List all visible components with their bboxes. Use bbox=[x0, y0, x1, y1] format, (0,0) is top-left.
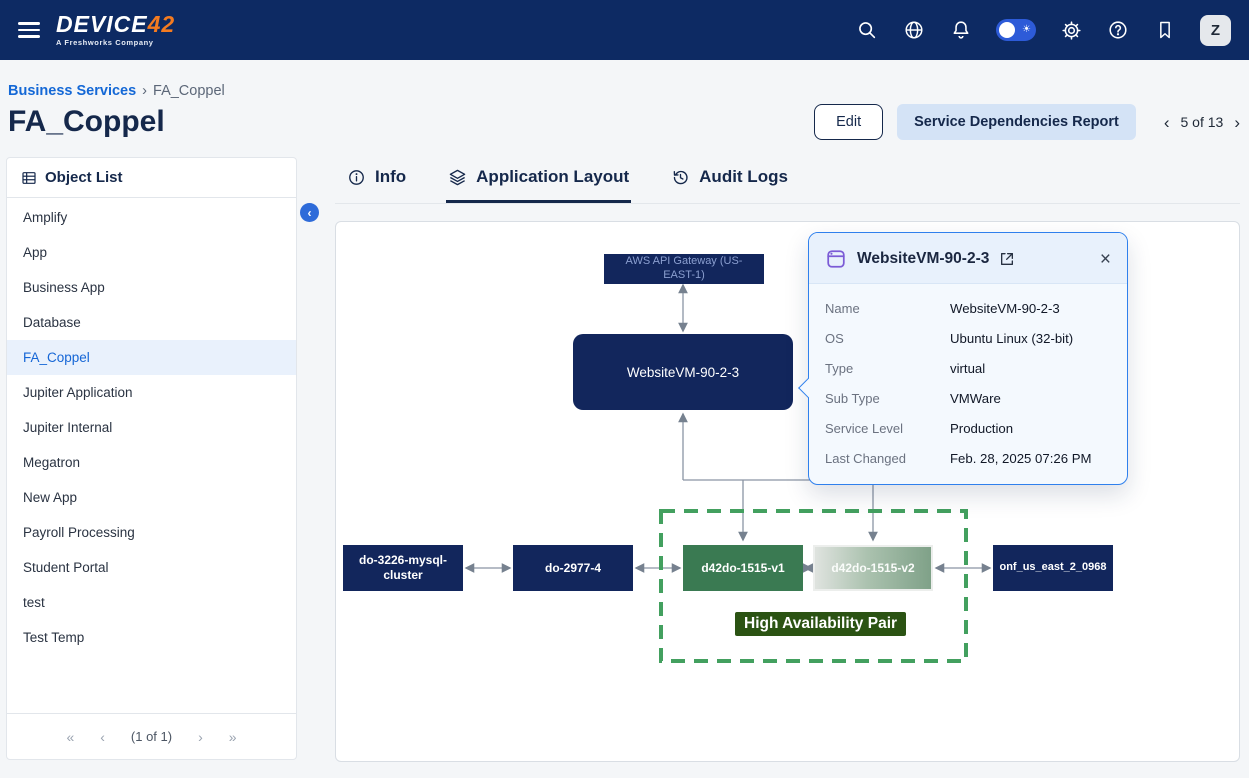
popup-field-type: Type virtual bbox=[809, 353, 1127, 383]
sidebar-page-first-icon[interactable]: « bbox=[66, 729, 74, 745]
sidebar-item-test[interactable]: test bbox=[7, 585, 296, 620]
sun-icon: ☀ bbox=[1022, 24, 1031, 35]
sidebar-item-jupiter-internal[interactable]: Jupiter Internal bbox=[7, 410, 296, 445]
service-dependencies-report-button[interactable]: Service Dependencies Report bbox=[897, 104, 1136, 140]
sidebar-header: Object List bbox=[7, 158, 296, 198]
globe-icon[interactable] bbox=[902, 18, 926, 42]
toggle-knob bbox=[999, 22, 1015, 38]
popup-field-last-changed: Last Changed Feb. 28, 2025 07:26 PM bbox=[809, 443, 1127, 473]
edit-button[interactable]: Edit bbox=[814, 104, 883, 140]
high-availability-pair-label: High Availability Pair bbox=[735, 612, 906, 636]
sidebar-page-prev-icon[interactable]: ‹ bbox=[100, 729, 105, 745]
node-onf-us-east[interactable]: onf_us_east_2_0968 bbox=[993, 545, 1113, 591]
sidebar-page-last-icon[interactable]: » bbox=[229, 729, 237, 745]
page-title: FA_Coppel bbox=[8, 105, 165, 139]
sidebar-item-business-app[interactable]: Business App bbox=[7, 270, 296, 305]
breadcrumb: Business Services › FA_Coppel bbox=[6, 83, 1240, 99]
popup-body: Name WebsiteVM-90-2-3 OS Ubuntu Linux (3… bbox=[809, 284, 1127, 484]
sidebar-item-list: Amplify App Business App Database FA_Cop… bbox=[7, 198, 296, 655]
node-mysql-cluster[interactable]: do-3226-mysql-cluster bbox=[343, 545, 463, 591]
sidebar-pagination: « ‹ (1 of 1) › » bbox=[7, 713, 296, 759]
field-label: Type bbox=[825, 361, 950, 376]
field-value: VMWare bbox=[950, 391, 1001, 406]
field-label: Sub Type bbox=[825, 391, 950, 406]
sidebar-item-database[interactable]: Database bbox=[7, 305, 296, 340]
logo-accent-text: 42 bbox=[148, 11, 176, 37]
theme-toggle[interactable]: ☀ bbox=[996, 19, 1036, 41]
device42-logo[interactable]: DEVICE42 A Freshworks Company bbox=[56, 13, 175, 47]
popup-title: WebsiteVM-90-2-3 bbox=[857, 250, 989, 268]
sidebar-header-label: Object List bbox=[45, 169, 123, 186]
object-list-sidebar: Object List Amplify App Business App Dat… bbox=[6, 157, 297, 760]
popup-field-sub-type: Sub Type VMWare bbox=[809, 383, 1127, 413]
field-label: Service Level bbox=[825, 421, 950, 436]
field-label: Last Changed bbox=[825, 451, 950, 466]
search-icon[interactable] bbox=[855, 18, 879, 42]
notifications-bell-icon[interactable] bbox=[949, 18, 973, 42]
info-icon bbox=[347, 168, 366, 187]
node-d42do-1515-v2[interactable]: d42do-1515-v2 bbox=[813, 545, 933, 591]
sidebar-item-student-portal[interactable]: Student Portal bbox=[7, 550, 296, 585]
sidebar-item-app[interactable]: App bbox=[7, 235, 296, 270]
record-pager: ‹ 5 of 13 › bbox=[1164, 114, 1240, 131]
settings-gear-icon[interactable] bbox=[1059, 18, 1083, 42]
pager-prev-icon[interactable]: ‹ bbox=[1164, 114, 1170, 131]
logo-tagline: A Freshworks Company bbox=[56, 39, 175, 47]
sidebar-item-fa-coppel[interactable]: FA_Coppel bbox=[7, 340, 296, 375]
sidebar-item-amplify[interactable]: Amplify bbox=[7, 200, 296, 235]
close-icon[interactable]: × bbox=[1100, 250, 1111, 269]
field-value: WebsiteVM-90-2-3 bbox=[950, 301, 1060, 316]
layers-icon bbox=[448, 168, 467, 187]
avatar-initial: Z bbox=[1211, 22, 1220, 39]
field-label: OS bbox=[825, 331, 950, 346]
tab-label: Info bbox=[375, 167, 406, 187]
field-value: virtual bbox=[950, 361, 985, 376]
node-aws-api-gateway[interactable]: AWS API Gateway (US-EAST-1) bbox=[604, 254, 764, 284]
help-icon[interactable] bbox=[1106, 18, 1130, 42]
history-icon bbox=[671, 168, 690, 187]
sidebar-page-indicator: (1 of 1) bbox=[131, 729, 172, 744]
tab-info[interactable]: Info bbox=[345, 157, 408, 203]
field-value: Feb. 28, 2025 07:26 PM bbox=[950, 451, 1092, 466]
field-value: Production bbox=[950, 421, 1013, 436]
tab-bar: Info Application Layout Audit Logs bbox=[335, 157, 1240, 204]
tab-label: Application Layout bbox=[476, 167, 629, 187]
sidebar-item-megatron[interactable]: Megatron bbox=[7, 445, 296, 480]
breadcrumb-business-services[interactable]: Business Services bbox=[8, 83, 136, 99]
pager-next-icon[interactable]: › bbox=[1234, 114, 1240, 131]
sidebar-item-test-temp[interactable]: Test Temp bbox=[7, 620, 296, 655]
sidebar-page-next-icon[interactable]: › bbox=[198, 729, 203, 745]
node-d42do-1515-v1[interactable]: d42do-1515-v1 bbox=[683, 545, 803, 591]
sidebar-item-jupiter-application[interactable]: Jupiter Application bbox=[7, 375, 296, 410]
logo-text: DEVICE bbox=[56, 11, 148, 37]
field-value: Ubuntu Linux (32-bit) bbox=[950, 331, 1073, 346]
tab-label: Audit Logs bbox=[699, 167, 788, 187]
tab-application-layout[interactable]: Application Layout bbox=[446, 157, 631, 203]
hamburger-menu-icon[interactable] bbox=[18, 22, 40, 38]
node-do-2977-4[interactable]: do-2977-4 bbox=[513, 545, 633, 591]
topbar: DEVICE42 A Freshworks Company ☀ Z bbox=[0, 0, 1249, 60]
popup-field-name: Name WebsiteVM-90-2-3 bbox=[809, 293, 1127, 323]
pager-text: 5 of 13 bbox=[1181, 114, 1224, 130]
sidebar-item-new-app[interactable]: New App bbox=[7, 480, 296, 515]
breadcrumb-separator: › bbox=[142, 83, 147, 99]
object-list-icon bbox=[21, 170, 37, 186]
external-link-icon[interactable] bbox=[999, 251, 1015, 267]
bookmark-icon[interactable] bbox=[1153, 18, 1177, 42]
popup-field-service-level: Service Level Production bbox=[809, 413, 1127, 443]
tab-audit-logs[interactable]: Audit Logs bbox=[669, 157, 790, 203]
user-avatar[interactable]: Z bbox=[1200, 15, 1231, 46]
node-websitevm[interactable]: WebsiteVM-90-2-3 bbox=[573, 334, 793, 410]
vm-detail-popup: WebsiteVM-90-2-3 × Name WebsiteVM-90-2-3… bbox=[808, 232, 1128, 485]
application-layout-canvas: AWS API Gateway (US-EAST-1) WebsiteVM-90… bbox=[335, 221, 1240, 762]
vm-icon bbox=[825, 248, 847, 270]
popup-field-os: OS Ubuntu Linux (32-bit) bbox=[809, 323, 1127, 353]
breadcrumb-current: FA_Coppel bbox=[153, 83, 225, 99]
sidebar-item-payroll-processing[interactable]: Payroll Processing bbox=[7, 515, 296, 550]
popup-header: WebsiteVM-90-2-3 × bbox=[809, 233, 1127, 284]
field-label: Name bbox=[825, 301, 950, 316]
sidebar-collapse-button[interactable]: ‹ bbox=[300, 203, 319, 222]
